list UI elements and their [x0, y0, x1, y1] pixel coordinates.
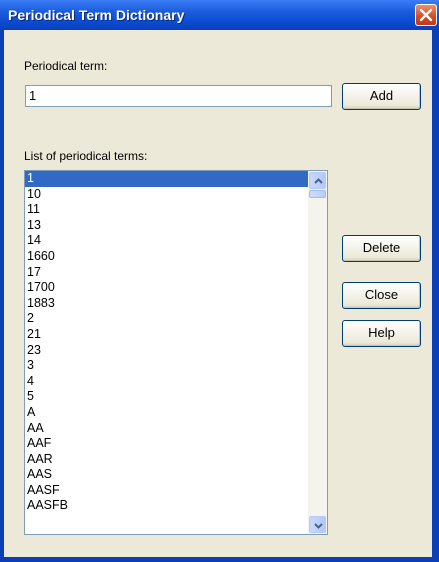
list-item[interactable]: 2 — [25, 311, 308, 327]
close-button[interactable]: Close — [342, 282, 421, 309]
window-title: Periodical Term Dictionary — [8, 7, 185, 23]
list-item[interactable]: 5 — [25, 389, 308, 405]
scroll-up-button[interactable] — [309, 172, 326, 189]
list-item[interactable]: 17 — [25, 265, 308, 281]
list-item[interactable]: 1660 — [25, 249, 308, 265]
list-item[interactable]: 11 — [25, 202, 308, 218]
scroll-down-button[interactable] — [309, 516, 326, 533]
list-item[interactable]: 13 — [25, 218, 308, 234]
close-x-icon — [419, 8, 433, 22]
chevron-down-icon — [314, 523, 323, 529]
list-item[interactable]: 23 — [25, 343, 308, 359]
help-button[interactable]: Help — [342, 320, 421, 347]
list-item[interactable]: 3 — [25, 358, 308, 374]
list-label: List of periodical terms: — [24, 149, 148, 163]
delete-button[interactable]: Delete — [342, 235, 421, 262]
term-input-value: 1 — [29, 88, 37, 103]
list-item[interactable]: AASF — [25, 483, 308, 499]
dialog-body: Periodical term: 1 Add List of periodica… — [4, 30, 432, 557]
add-button[interactable]: Add — [342, 83, 421, 110]
terms-list[interactable]: 1 10 11 13 14 1660 17 1700 1883 2 21 23 3 4 5 A AA AAF AAR… — [25, 171, 308, 534]
list-item[interactable]: 1 — [25, 171, 308, 187]
close-window-button[interactable] — [415, 4, 437, 26]
dialog-window: Periodical Term Dictionary Periodical te… — [0, 0, 439, 562]
list-item[interactable]: 1700 — [25, 280, 308, 296]
list-item[interactable]: 21 — [25, 327, 308, 343]
list-item[interactable]: 4 — [25, 374, 308, 390]
list-item[interactable]: AAF — [25, 436, 308, 452]
list-scrollbar[interactable] — [308, 171, 327, 534]
term-input[interactable]: 1 — [25, 85, 332, 107]
list-item[interactable]: AAS — [25, 467, 308, 483]
list-item[interactable]: AAR — [25, 452, 308, 468]
term-label: Periodical term: — [24, 59, 108, 73]
scroll-thumb[interactable] — [309, 190, 326, 198]
list-item[interactable]: A — [25, 405, 308, 421]
title-bar[interactable]: Periodical Term Dictionary — [0, 0, 439, 30]
terms-listbox[interactable]: 1 10 11 13 14 1660 17 1700 1883 2 21 23 3 4 5 A AA AAF AAR… — [24, 170, 328, 535]
list-item[interactable]: AASFB — [25, 498, 308, 514]
list-item[interactable]: 14 — [25, 233, 308, 249]
chevron-up-icon — [314, 178, 323, 184]
list-item[interactable]: 10 — [25, 187, 308, 203]
list-item[interactable]: 1883 — [25, 296, 308, 312]
list-item[interactable]: AA — [25, 421, 308, 437]
